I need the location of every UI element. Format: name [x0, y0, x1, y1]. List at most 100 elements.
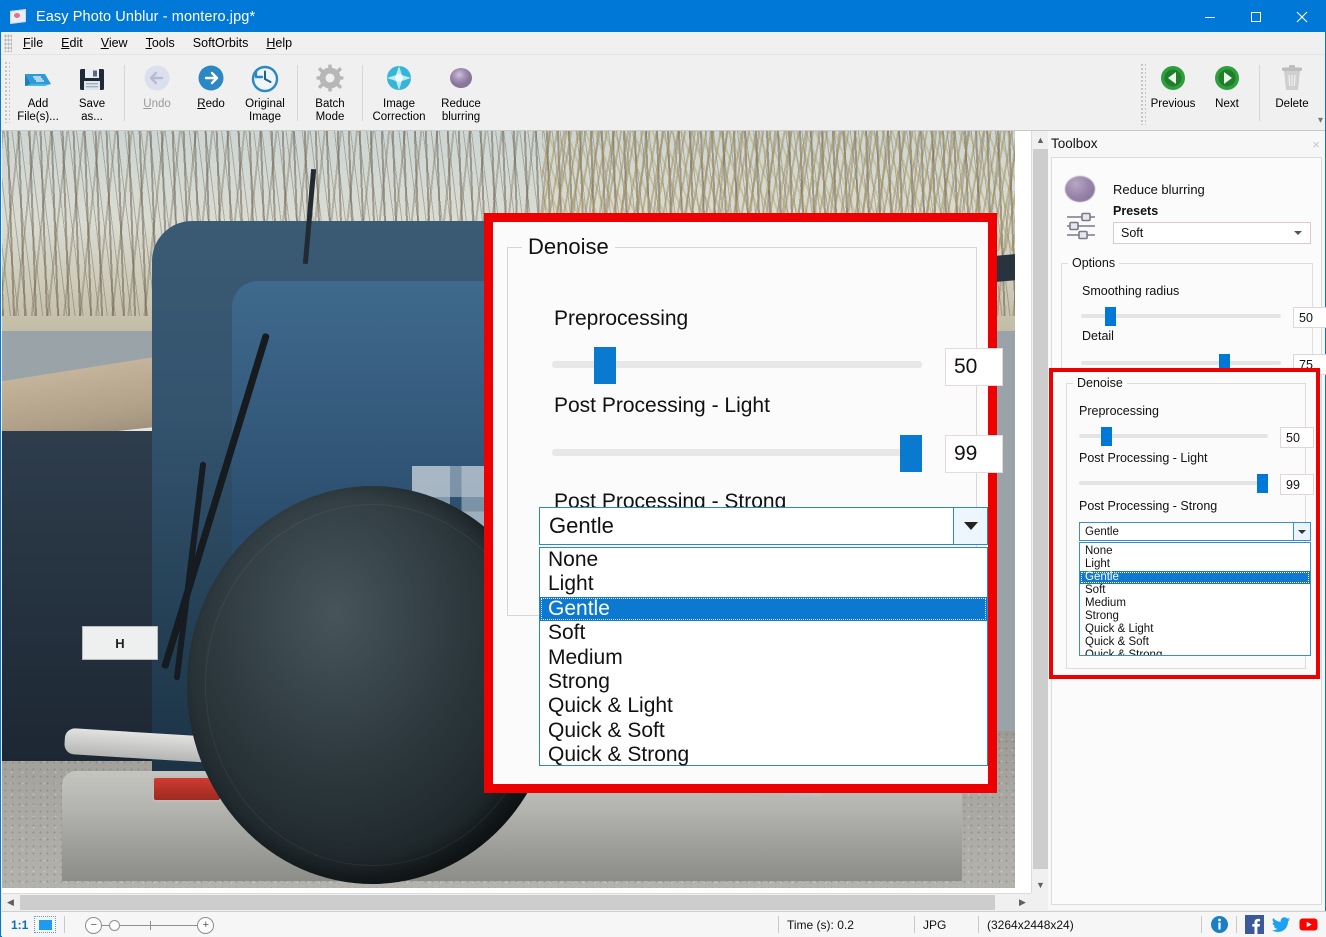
smoothing-radius-thumb[interactable]	[1105, 307, 1116, 326]
list-item[interactable]: Quick & Light	[540, 694, 987, 718]
batch-mode-button[interactable]: Batch Mode	[303, 57, 357, 129]
previous-label: Previous	[1151, 98, 1196, 111]
menu-item-view[interactable]: View	[92, 34, 137, 52]
list-item[interactable]: Quick & Light	[1080, 623, 1310, 636]
denoise-post-strong-listbox[interactable]: None Light Gentle Soft Medium Strong Qui…	[1079, 542, 1311, 656]
denoise-post-light-thumb[interactable]	[1257, 474, 1268, 493]
close-icon[interactable]	[1279, 1, 1325, 32]
menu-item-file[interactable]: File	[14, 34, 52, 52]
info-icon[interactable]	[1210, 915, 1229, 934]
list-item[interactable]: Quick & Strong	[1080, 649, 1310, 656]
list-item[interactable]: Medium	[540, 646, 987, 670]
image-vertical-scrollbar[interactable]: ▲ ▼	[1031, 131, 1048, 893]
toolbar-separator-2	[297, 65, 298, 121]
toolbar-overflow-icon[interactable]: ▾	[1318, 115, 1323, 126]
list-item[interactable]: Quick & Soft	[540, 719, 987, 743]
list-item[interactable]: Strong	[540, 670, 987, 694]
list-item[interactable]: Soft	[1080, 584, 1310, 597]
overlay-post-strong-dropdown[interactable]: Gentle	[539, 507, 988, 545]
status-bar: 1:1 − + Time (s): 0.2 JPG (3264x2448x24)	[2, 911, 1326, 937]
list-item-selected[interactable]: Gentle	[1080, 571, 1310, 584]
zoom-in-button[interactable]: +	[197, 917, 214, 934]
youtube-icon[interactable]	[1299, 915, 1318, 934]
previous-icon	[1156, 62, 1190, 96]
photo-license-plate: H	[82, 626, 158, 660]
denoise-post-strong-dropdown[interactable]: Gentle	[1079, 522, 1311, 541]
denoise-group: Denoise Preprocessing 50 Post Processing…	[1066, 376, 1306, 669]
zoom-out-button[interactable]: −	[85, 917, 102, 934]
image-correction-icon	[382, 62, 416, 96]
undo-button[interactable]: Undo	[130, 57, 184, 129]
list-item[interactable]: Light	[540, 572, 987, 596]
status-dimensions: (3264x2448x24)	[979, 912, 1201, 937]
denoise-post-light-value[interactable]: 99	[1280, 474, 1314, 495]
twitter-icon[interactable]	[1272, 915, 1291, 934]
scroll-up-icon[interactable]: ▲	[1032, 131, 1049, 148]
previous-button[interactable]: Previous	[1146, 57, 1200, 129]
save-as-label: Save as...	[79, 98, 105, 124]
undo-icon	[140, 62, 174, 96]
denoise-legend: Denoise	[1073, 376, 1127, 390]
reduce-blurring-label: Reduce blurring	[441, 98, 481, 124]
redo-label: Redo	[197, 98, 225, 111]
horizontal-scroll-thumb[interactable]	[20, 895, 995, 910]
zoom-slider[interactable]: − +	[75, 915, 225, 935]
denoise-preprocessing-value[interactable]: 50	[1280, 427, 1314, 448]
menu-item-help[interactable]: Help	[257, 34, 301, 52]
chevron-down-icon[interactable]	[953, 508, 987, 544]
next-button[interactable]: Next	[1200, 57, 1254, 129]
denoise-preprocessing-slider[interactable]	[1079, 427, 1268, 445]
menu-item-softorbits[interactable]: SoftOrbits	[184, 34, 258, 52]
redo-button[interactable]: Redo	[184, 57, 238, 129]
list-item[interactable]: None	[1080, 543, 1310, 558]
minimize-icon[interactable]	[1187, 1, 1233, 32]
overlay-preprocessing-thumb[interactable]	[594, 347, 616, 384]
smoothing-radius-value[interactable]: 50	[1293, 307, 1326, 328]
image-correction-button[interactable]: Image Correction	[368, 57, 430, 129]
fit-to-window-icon[interactable]	[34, 916, 56, 933]
list-item-selected[interactable]: Gentle	[540, 597, 987, 621]
list-item[interactable]: None	[540, 548, 987, 572]
facebook-icon[interactable]	[1245, 915, 1264, 934]
list-item[interactable]: Quick & Soft	[1080, 636, 1310, 649]
list-item[interactable]: Soft	[540, 621, 987, 645]
overlay-preprocessing-value[interactable]: 50	[945, 348, 1003, 386]
maximize-icon[interactable]	[1233, 1, 1279, 32]
blur-blob-icon	[1065, 176, 1095, 202]
save-as-button[interactable]: Save as...	[65, 57, 119, 129]
active-tool-name: Reduce blurring	[1113, 182, 1205, 197]
list-item[interactable]: Light	[1080, 558, 1310, 571]
sliders-icon	[1065, 211, 1097, 241]
overlay-post-light-thumb[interactable]	[900, 435, 922, 472]
list-item[interactable]: Strong	[1080, 610, 1310, 623]
delete-button[interactable]: Delete	[1265, 57, 1319, 129]
scroll-down-icon[interactable]: ▼	[1032, 876, 1049, 893]
add-files-button[interactable]: Add File(s)...	[11, 57, 65, 129]
image-horizontal-scrollbar[interactable]: ◀ ▶	[2, 893, 1031, 910]
presets-dropdown[interactable]: Soft	[1113, 222, 1311, 244]
toolbox-close-icon[interactable]: ×	[1312, 137, 1320, 152]
original-image-button[interactable]: Original Image	[238, 57, 292, 129]
overlay-post-light-value[interactable]: 99	[945, 435, 1003, 473]
toolbar-separator-3	[362, 65, 363, 121]
scroll-right-icon[interactable]: ▶	[1014, 894, 1031, 911]
toolbar-separator-4	[1259, 65, 1260, 121]
next-icon	[1210, 62, 1244, 96]
zoom-slider-thumb[interactable]	[109, 920, 120, 931]
overlay-preprocessing-slider[interactable]	[552, 347, 922, 383]
denoise-post-light-slider[interactable]	[1079, 474, 1268, 492]
overlay-post-strong-listbox[interactable]: None Light Gentle Soft Medium Strong Qui…	[539, 547, 988, 766]
reduce-blurring-button[interactable]: Reduce blurring	[430, 57, 492, 129]
menu-item-edit[interactable]: Edit	[52, 34, 92, 52]
list-item[interactable]: Medium	[1080, 597, 1310, 610]
scroll-left-icon[interactable]: ◀	[2, 894, 19, 911]
chevron-down-icon[interactable]	[1293, 523, 1310, 540]
vertical-scroll-thumb[interactable]	[1033, 149, 1048, 869]
list-item[interactable]: Quick & Strong	[540, 743, 987, 767]
smoothing-radius-slider[interactable]	[1081, 307, 1281, 325]
toolbar-grip-icon	[4, 61, 10, 123]
toolbar-left-group: Add File(s)... Save as...	[11, 57, 492, 129]
menu-item-tools[interactable]: Tools	[137, 34, 184, 52]
denoise-preprocessing-thumb[interactable]	[1101, 427, 1112, 446]
overlay-post-light-slider[interactable]	[552, 435, 922, 471]
